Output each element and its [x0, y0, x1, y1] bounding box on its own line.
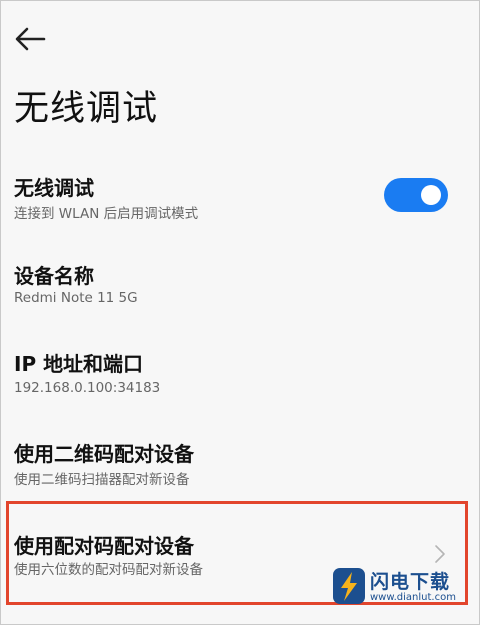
pair-qr-label: 使用二维码配对设备	[14, 442, 194, 466]
pair-qr-description: 使用二维码扫描器配对新设备	[14, 472, 190, 488]
ip-port-row[interactable]: IP 地址和端口 192.168.0.100:34183	[0, 338, 478, 408]
pair-code-description: 使用六位数的配对码配对新设备	[14, 562, 203, 578]
wireless-debugging-label: 无线调试	[14, 176, 94, 200]
ip-port-value: 192.168.0.100:34183	[14, 380, 161, 396]
watermark-url: www.dianlut.com	[370, 592, 456, 603]
device-name-row[interactable]: 设备名称 Redmi Note 11 5G	[0, 250, 478, 320]
back-arrow-icon[interactable]	[14, 26, 48, 52]
lightning-logo-icon	[332, 567, 366, 605]
watermark: 闪电下载 www.dianlut.com	[332, 565, 472, 611]
wireless-debugging-description: 连接到 WLAN 后启用调试模式	[14, 206, 199, 222]
wireless-debugging-toggle[interactable]	[384, 178, 448, 212]
device-name-value: Redmi Note 11 5G	[14, 290, 138, 306]
pair-qr-row[interactable]: 使用二维码配对设备 使用二维码扫描器配对新设备	[0, 426, 478, 496]
ip-port-label: IP 地址和端口	[14, 352, 144, 376]
pair-code-label: 使用配对码配对设备	[14, 534, 194, 558]
page-title: 无线调试	[14, 89, 159, 129]
chevron-right-icon	[433, 543, 447, 565]
device-name-label: 设备名称	[14, 264, 94, 288]
toggle-knob	[421, 185, 441, 205]
watermark-name: 闪电下载	[370, 571, 451, 593]
